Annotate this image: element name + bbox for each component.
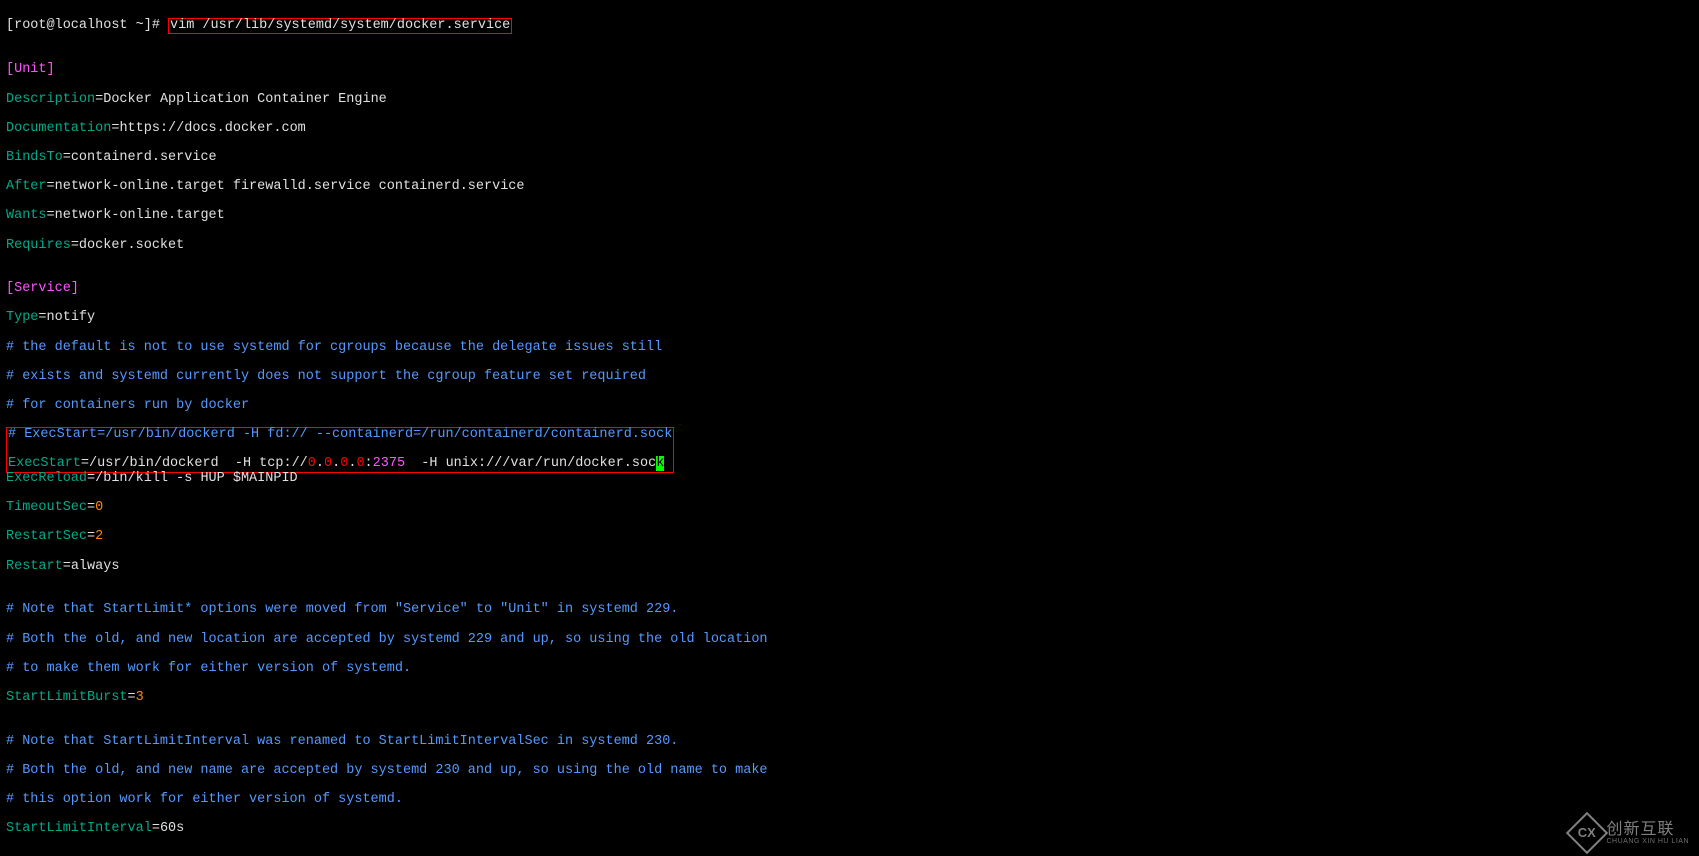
- highlighted-exec-block: # ExecStart=/usr/bin/dockerd -H fd:// --…: [6, 427, 674, 473]
- unit-description: Description=Docker Application Container…: [6, 93, 1693, 108]
- execreload: ExecReload=/bin/kill -s HUP $MAINPID: [6, 472, 1693, 487]
- comment-line: # Note that StartLimit* options were mov…: [6, 603, 1693, 618]
- unit-documentation: Documentation=https://docs.docker.com: [6, 122, 1693, 137]
- comment-line: # Both the old, and new name are accepte…: [6, 764, 1693, 779]
- timeoutsec: TimeoutSec=0: [6, 501, 1693, 516]
- startlimitburst: StartLimitBurst=3: [6, 691, 1693, 706]
- terminal-output[interactable]: [root@localhost ~]# vim /usr/lib/systemd…: [0, 0, 1699, 856]
- service-type: Type=notify: [6, 311, 1693, 326]
- unit-after: After=network-online.target firewalld.se…: [6, 180, 1693, 195]
- comment-line: # for containers run by docker: [6, 399, 1693, 414]
- comment-line: # exists and systemd currently does not …: [6, 370, 1693, 385]
- comment-line: # Note that StartLimitInterval was renam…: [6, 735, 1693, 750]
- restart: Restart=always: [6, 560, 1693, 575]
- execstart-commented: # ExecStart=/usr/bin/dockerd -H fd:// --…: [8, 428, 672, 443]
- comment-line: # this option work for either version of…: [6, 793, 1693, 808]
- highlighted-command: vim /usr/lib/systemd/system/docker.servi…: [168, 18, 512, 35]
- execstart-active: ExecStart=/usr/bin/dockerd -H tcp://0.0.…: [8, 457, 672, 472]
- startlimitinterval: StartLimitInterval=60s: [6, 822, 1693, 837]
- cursor: k: [656, 456, 664, 471]
- section-service: [Service]: [6, 282, 1693, 297]
- comment-line: # Both the old, and new location are acc…: [6, 633, 1693, 648]
- comment-line: # the default is not to use systemd for …: [6, 341, 1693, 356]
- watermark-subtext: CHUANG XIN HU LIAN: [1606, 838, 1689, 845]
- shell-prompt: [root@localhost ~]#: [6, 18, 168, 33]
- section-unit: [Unit]: [6, 63, 1693, 78]
- restartsec: RestartSec=2: [6, 530, 1693, 545]
- unit-bindsto: BindsTo=containerd.service: [6, 151, 1693, 166]
- comment-line: # to make them work for either version o…: [6, 662, 1693, 677]
- watermark-logo-icon: CX: [1566, 812, 1608, 854]
- watermark: CX 创新互联 CHUANG XIN HU LIAN: [1572, 818, 1689, 848]
- unit-wants: Wants=network-online.target: [6, 209, 1693, 224]
- unit-requires: Requires=docker.socket: [6, 239, 1693, 254]
- watermark-text: 创新互联: [1606, 822, 1689, 838]
- prompt-line: [root@localhost ~]# vim /usr/lib/systemd…: [6, 19, 1693, 35]
